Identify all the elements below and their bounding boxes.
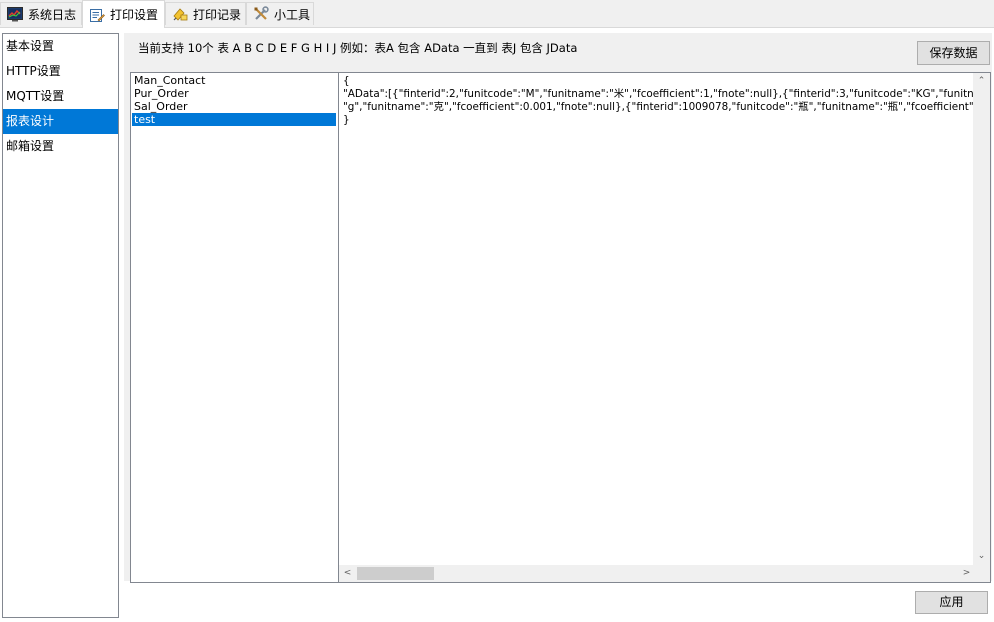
table-list-item-selected[interactable]: test bbox=[132, 113, 336, 126]
log-monitor-icon bbox=[7, 6, 23, 22]
supported-tables-hint: 当前支持 10个 表 A B C D E F G H I J 例如：表A 包含 … bbox=[138, 41, 578, 55]
table-list-item[interactable]: Pur_Order bbox=[132, 87, 336, 100]
tab-tools[interactable]: 小工具 bbox=[246, 2, 314, 25]
json-text[interactable]: {"AData":[{"finterid":2,"funitcode":"M",… bbox=[343, 75, 973, 563]
print-record-icon bbox=[172, 6, 188, 22]
tab-label: 系统日志 bbox=[28, 7, 77, 22]
report-table-list[interactable]: Man_Contact Pur_Order Sal_Order test bbox=[130, 72, 339, 583]
horizontal-scrollbar[interactable]: < > bbox=[339, 565, 975, 582]
scroll-down-arrow-icon[interactable]: ⌄ bbox=[973, 548, 990, 565]
settings-nav-list[interactable]: 基本设置 HTTP设置 MQTT设置 报表设计 邮箱设置 bbox=[2, 33, 119, 618]
table-list-item[interactable]: Man_Contact bbox=[132, 74, 336, 87]
tab-label: 打印记录 bbox=[193, 7, 242, 22]
print-settings-icon bbox=[89, 7, 105, 23]
nav-item-basic-settings[interactable]: 基本设置 bbox=[3, 34, 118, 59]
tab-print-settings[interactable]: 打印设置 bbox=[82, 0, 165, 28]
json-line: "AData":[{"finterid":2,"funitcode":"M","… bbox=[343, 88, 973, 100]
json-line: "g","funitname":"克","fcoefficient":0.001… bbox=[343, 101, 973, 113]
apply-button[interactable]: 应用 bbox=[915, 591, 988, 614]
nav-item-http-settings[interactable]: HTTP设置 bbox=[3, 59, 118, 84]
json-data-editor[interactable]: {"AData":[{"finterid":2,"funitcode":"M",… bbox=[338, 72, 991, 583]
tab-system-log[interactable]: 系统日志 bbox=[0, 2, 82, 25]
tab-print-records[interactable]: 打印记录 bbox=[165, 2, 246, 25]
tools-icon bbox=[253, 6, 269, 22]
tab-strip: 系统日志 打印设置 打印记录 小工具 bbox=[0, 0, 994, 28]
nav-item-mqtt-settings[interactable]: MQTT设置 bbox=[3, 84, 118, 109]
scroll-up-arrow-icon[interactable]: ⌃ bbox=[973, 73, 990, 90]
json-line: } bbox=[343, 114, 350, 126]
json-line: { bbox=[343, 75, 350, 87]
print-settings-page: 基本设置 HTTP设置 MQTT设置 报表设计 邮箱设置 当前支持 10个 表 … bbox=[0, 27, 994, 622]
vertical-scrollbar[interactable]: ⌃ ⌄ bbox=[973, 73, 990, 565]
tab-label: 小工具 bbox=[274, 7, 311, 22]
horizontal-scroll-thumb[interactable] bbox=[357, 567, 434, 580]
scroll-left-arrow-icon[interactable]: < bbox=[339, 565, 356, 582]
nav-item-mail-settings[interactable]: 邮箱设置 bbox=[3, 134, 118, 159]
scrollbar-corner bbox=[973, 565, 990, 582]
tab-label: 打印设置 bbox=[110, 8, 159, 22]
nav-item-report-design[interactable]: 报表设计 bbox=[3, 109, 118, 134]
table-list-item[interactable]: Sal_Order bbox=[132, 100, 336, 113]
save-data-button[interactable]: 保存数据 bbox=[917, 41, 990, 65]
report-design-panel: 当前支持 10个 表 A B C D E F G H I J 例如：表A 包含 … bbox=[124, 33, 992, 583]
